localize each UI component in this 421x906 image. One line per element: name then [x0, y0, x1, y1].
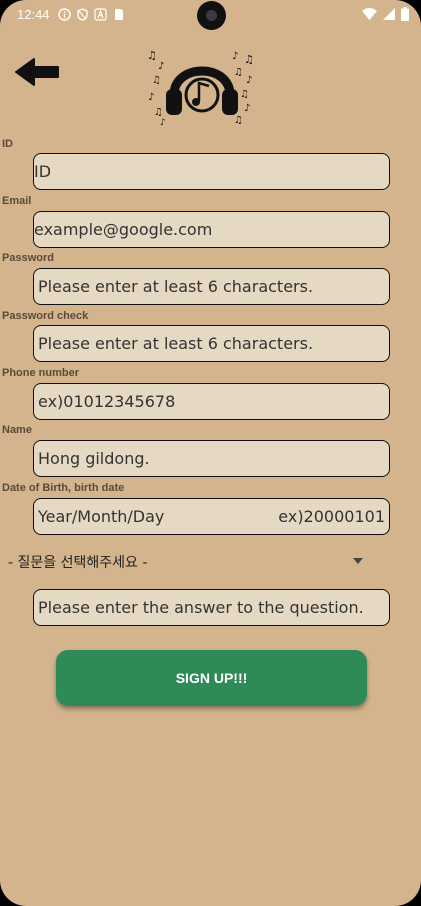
security-question-select[interactable]: - 질문을 선택해주세요 - [8, 550, 370, 574]
svg-text:♫: ♫ [234, 67, 243, 78]
signup-button[interactable]: SIGN UP!!! [56, 650, 367, 706]
name-input[interactable]: Hong gildong. [33, 440, 390, 477]
password-check-input-placeholder: Please enter at least 6 characters. [38, 334, 314, 353]
svg-text:♪: ♪ [232, 51, 238, 62]
password-check-label: Password check [2, 310, 89, 322]
answer-input[interactable]: Please enter the answer to the question. [33, 589, 390, 626]
status-bar: 12:44 [0, 0, 421, 32]
name-input-placeholder: Hong gildong. [38, 449, 150, 468]
svg-text:♪: ♪ [246, 75, 252, 86]
password-input-placeholder: Please enter at least 6 characters. [38, 277, 314, 296]
svg-text:♫: ♫ [244, 53, 254, 66]
birth-date-input[interactable]: Year/Month/Day ex)20000101 [33, 498, 390, 535]
svg-text:♫: ♫ [234, 115, 243, 126]
battery-icon [401, 7, 409, 21]
notification-icons [58, 8, 125, 21]
birth-date-hint: ex)20000101 [278, 507, 385, 526]
id-input[interactable]: ID [33, 153, 390, 190]
name-label: Name [2, 424, 32, 436]
id-input-value: ID [34, 162, 52, 181]
shield-icon [77, 8, 88, 21]
email-input[interactable]: example@google.com [33, 211, 390, 248]
phone-label: Phone number [2, 367, 80, 379]
sd-card-icon [115, 9, 123, 20]
accessibility-a-icon [94, 8, 107, 21]
info-icon [58, 8, 71, 21]
svg-text:♫: ♫ [152, 75, 161, 86]
svg-text:♪: ♪ [244, 103, 250, 114]
svg-text:♪: ♪ [158, 61, 164, 72]
password-check-input[interactable]: Please enter at least 6 characters. [33, 325, 390, 362]
birth-date-label: Date of Birth, birth date [2, 482, 125, 494]
svg-text:♫: ♫ [147, 49, 157, 62]
svg-text:♪: ♪ [160, 118, 166, 127]
svg-text:♫: ♫ [240, 89, 249, 100]
password-label: Password [2, 252, 54, 264]
phone-input-placeholder: ex)01012345678 [38, 392, 176, 411]
id-label: ID [2, 138, 13, 150]
back-arrow-icon[interactable] [14, 56, 60, 88]
answer-input-placeholder: Please enter the answer to the question. [38, 598, 364, 617]
phone-input[interactable]: ex)01012345678 [33, 383, 390, 420]
front-camera [197, 1, 226, 30]
email-label: Email [2, 195, 32, 207]
svg-text:♪: ♪ [148, 92, 154, 103]
password-input[interactable]: Please enter at least 6 characters. [33, 268, 390, 305]
headphones-music-icon: ♫ ♪ ♫ ♪ ♫ ♪ ♪ ♫ ♫ ♪ ♫ ♪ ♫ [147, 49, 254, 127]
system-icons [362, 7, 409, 21]
status-time: 12:44 [17, 7, 50, 22]
wifi-icon [362, 8, 377, 20]
birth-date-placeholder: Year/Month/Day [38, 507, 165, 526]
signup-screen: 12:44 ♫ ♪ ♫ ♪ ♫ ♪ ♪ ♫ ♫ ♪ ♫ ♪ ♫ ID ID Em… [0, 0, 421, 906]
security-question-selected: - 질문을 선택해주세요 - [8, 555, 148, 571]
chevron-down-icon [353, 558, 363, 564]
email-input-value: example@google.com [34, 220, 213, 239]
svg-text:♫: ♫ [154, 107, 163, 118]
signal-icon [383, 8, 395, 20]
